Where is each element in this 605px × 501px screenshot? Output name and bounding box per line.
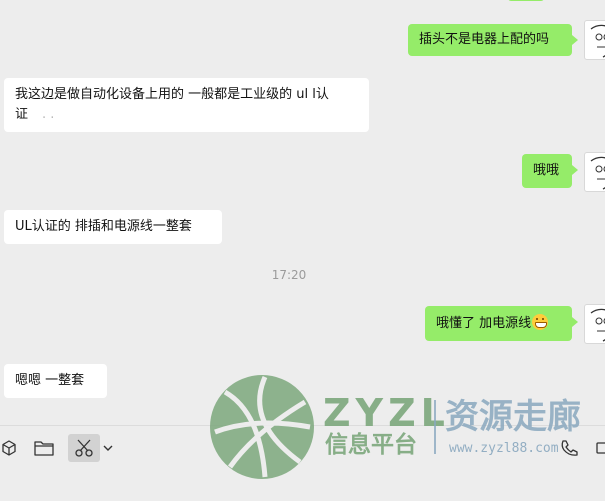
sketch-face-icon bbox=[590, 24, 605, 58]
message-text-line2: 证 . . bbox=[15, 105, 358, 125]
cube-icon-glyph bbox=[2, 440, 16, 456]
chevron-down-glyph bbox=[103, 445, 113, 451]
video-icon-glyph bbox=[596, 442, 605, 454]
message-text: 嗯嗯 一整套 bbox=[15, 373, 85, 388]
message-text: 我这边是做自动化设备上用的 一般都是工业级的 ul l认 bbox=[15, 87, 329, 102]
message-bubble-incoming[interactable]: 我这边是做自动化设备上用的 一般都是工业级的 ul l认 证 . . bbox=[4, 78, 369, 132]
sketch-face-icon bbox=[590, 156, 605, 190]
folder-icon-glyph bbox=[34, 441, 54, 456]
folder-icon[interactable] bbox=[32, 434, 56, 462]
self-avatar[interactable] bbox=[584, 304, 605, 344]
chevron-down-icon[interactable] bbox=[101, 434, 115, 462]
message-bubble-incoming[interactable]: UL认证的 排插和电源线一整套 bbox=[4, 210, 222, 244]
cube-icon[interactable] bbox=[0, 434, 20, 462]
scissors-icon-glyph bbox=[75, 439, 93, 457]
chat-history[interactable]: 插头不是电器上配的吗 我这边是做自动化设备上用的 一般都是工业级的 ul l认 … bbox=[0, 0, 605, 425]
message-text: 哦懂了 加电源线 bbox=[436, 316, 532, 331]
faint-text: . . bbox=[42, 107, 55, 122]
video-icon[interactable] bbox=[596, 434, 605, 462]
message-bubble-outgoing[interactable]: 插头不是电器上配的吗 bbox=[408, 24, 578, 56]
message-bubble-incoming[interactable]: 嗯嗯 一整套 bbox=[4, 364, 107, 398]
scissors-icon[interactable] bbox=[68, 434, 100, 462]
phone-icon-glyph bbox=[561, 440, 578, 456]
message-timestamp: 17:20 bbox=[271, 268, 307, 282]
message-text: UL认证的 排插和电源线一整套 bbox=[15, 219, 192, 234]
message-text-cont: 证 bbox=[15, 107, 29, 122]
message-text: 插头不是电器上配的吗 bbox=[419, 32, 550, 47]
phone-icon[interactable] bbox=[557, 434, 581, 462]
sketch-face-icon bbox=[590, 308, 605, 342]
previous-message-edge bbox=[508, 0, 544, 1]
self-avatar[interactable] bbox=[584, 20, 605, 60]
message-text: 哦哦 bbox=[533, 163, 560, 178]
message-bubble-outgoing[interactable]: 哦懂了 加电源线 bbox=[425, 306, 578, 341]
input-toolbar bbox=[0, 425, 605, 501]
message-bubble-outgoing[interactable]: 哦哦 bbox=[522, 154, 578, 188]
self-avatar[interactable] bbox=[584, 152, 605, 192]
grinning-face-emoji bbox=[532, 314, 549, 330]
